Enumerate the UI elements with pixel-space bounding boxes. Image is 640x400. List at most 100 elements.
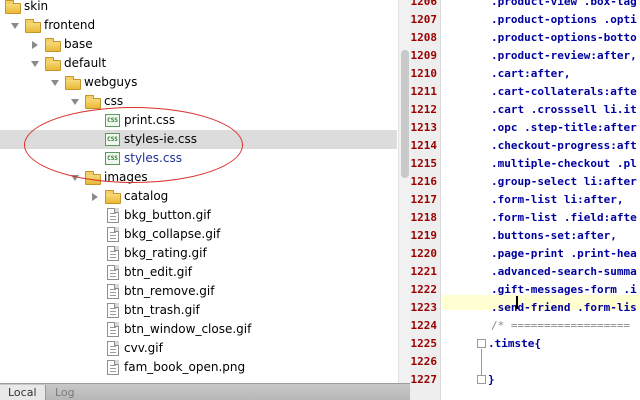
line-number: 1218 xyxy=(410,211,438,224)
tree-file-item[interactable]: btn_window_close.gif xyxy=(0,320,397,339)
fold-gutter xyxy=(442,0,452,400)
folder-icon xyxy=(65,75,81,90)
tree-file-item[interactable]: cvv.gif xyxy=(0,339,397,358)
line-number: 1219 xyxy=(410,229,438,242)
tree-file-item[interactable]: bkg_rating.gif xyxy=(0,244,397,263)
tree-folder-item[interactable]: frontend xyxy=(0,16,397,35)
chevron-down-icon[interactable] xyxy=(9,16,21,35)
line-number: 1212 xyxy=(410,103,438,116)
image-file-icon xyxy=(105,208,121,223)
fold-toggle-icon[interactable] xyxy=(477,339,486,348)
tab-local[interactable]: Local xyxy=(0,385,46,400)
tree-file-item[interactable]: CSS styles.css xyxy=(0,149,397,168)
image-file-icon xyxy=(105,341,121,356)
tree-item-label: bkg_collapse.gif xyxy=(124,227,221,241)
line-number: 1226 xyxy=(410,355,438,368)
line-number: 1208 xyxy=(410,31,438,44)
file-tree-panel: skin frontend base default webguys css CSS prin… xyxy=(0,0,410,383)
code-line[interactable]: .product-view .box-tag xyxy=(491,0,637,9)
code-line[interactable]: .send-friend .form-lis xyxy=(491,300,637,315)
folder-icon xyxy=(85,170,101,185)
code-line[interactable]: .product-options-botto xyxy=(491,30,637,45)
tree-item-label: styles-ie.css xyxy=(124,132,197,146)
code-line[interactable]: } xyxy=(488,372,495,387)
line-number: 1221 xyxy=(410,265,438,278)
code-line[interactable]: .cart-collaterals:afte xyxy=(491,84,637,99)
line-number: 1224 xyxy=(410,319,438,332)
code-line[interactable]: .multiple-checkout .pl xyxy=(491,156,637,171)
code-line[interactable]: .timste{ xyxy=(488,336,541,351)
tree-item-label: print.css xyxy=(124,113,176,127)
chevron-down-icon[interactable] xyxy=(29,54,41,73)
tree-folder-item[interactable]: skin xyxy=(0,0,397,16)
line-number: 1211 xyxy=(410,85,438,98)
tree-scrollbar[interactable] xyxy=(398,0,410,383)
tree-file-item[interactable]: fam_book_open.png xyxy=(0,358,397,377)
folder-icon xyxy=(45,56,61,71)
chevron-down-icon[interactable] xyxy=(49,73,61,92)
tree-folder-item[interactable]: default xyxy=(0,54,397,73)
tree-folder-item[interactable]: base xyxy=(0,35,397,54)
chevron-down-icon[interactable] xyxy=(0,0,1,16)
css-file-icon: CSS xyxy=(105,132,121,147)
bottom-tab-bar: Local Log xyxy=(0,383,410,400)
line-number: 1225 xyxy=(410,337,438,350)
code-line[interactable]: .form-list li:after, xyxy=(491,192,623,207)
code-line[interactable]: .cart .crosssell li.it xyxy=(491,102,637,117)
code-comment[interactable]: /* ================== xyxy=(491,318,630,333)
tree-folder-item[interactable]: webguys xyxy=(0,73,397,92)
image-file-icon xyxy=(105,322,121,337)
tree-file-item[interactable]: CSS styles-ie.css xyxy=(0,130,397,149)
tree-item-label: styles.css xyxy=(124,151,182,165)
chevron-right-icon[interactable] xyxy=(29,35,41,54)
line-number: 1206 xyxy=(410,0,438,8)
line-number: 1220 xyxy=(410,247,438,260)
code-line[interactable]: .product-options .opti xyxy=(491,12,637,27)
code-line[interactable]: .checkout-progress:aft xyxy=(491,138,637,153)
css-file-icon: CSS xyxy=(105,151,121,166)
chevron-down-icon[interactable] xyxy=(69,168,81,187)
code-line[interactable]: .buttons-set:after, xyxy=(491,228,617,243)
code-line[interactable]: .group-select li:after xyxy=(491,174,637,189)
tree-folder-item[interactable]: images xyxy=(0,168,397,187)
tree-item-label: skin xyxy=(24,0,49,13)
tree-file-item[interactable]: bkg_button.gif xyxy=(0,206,397,225)
code-line[interactable]: .product-review:after, xyxy=(491,48,637,63)
line-number: 1227 xyxy=(410,373,438,386)
line-number: 1215 xyxy=(410,157,438,170)
tree-item-label: fam_book_open.png xyxy=(124,360,246,374)
tree-item-label: bkg_button.gif xyxy=(124,208,211,222)
code-line[interactable]: .form-list .field:afte xyxy=(491,210,637,225)
fold-end-icon[interactable] xyxy=(477,375,486,384)
line-number: 1207 xyxy=(410,13,438,26)
tree-item-label: btn_edit.gif xyxy=(124,265,192,279)
tab-log[interactable]: Log xyxy=(47,385,83,400)
tree-item-label: default xyxy=(64,56,107,70)
tree-folder-item[interactable]: catalog xyxy=(0,187,397,206)
code-line[interactable]: .advanced-search-summa xyxy=(491,264,637,279)
chevron-down-icon[interactable] xyxy=(69,92,81,111)
tree-item-label: cvv.gif xyxy=(124,341,163,355)
chevron-right-icon[interactable] xyxy=(89,187,101,206)
image-file-icon xyxy=(105,227,121,242)
code-line[interactable]: .opc .step-title:after xyxy=(491,120,637,135)
folder-icon xyxy=(105,189,121,204)
tree-file-item[interactable]: btn_trash.gif xyxy=(0,301,397,320)
tree-item-label: base xyxy=(64,37,93,51)
tree-file-item[interactable]: bkg_collapse.gif xyxy=(0,225,397,244)
tree-file-item[interactable]: btn_edit.gif xyxy=(0,263,397,282)
code-editor[interactable]: 1206 1207 1208 1209 1210 1211 1212 1213 1214 1215… xyxy=(410,0,640,400)
tree-folder-item[interactable]: css xyxy=(0,92,397,111)
image-file-icon xyxy=(105,265,121,280)
tree-file-item[interactable]: CSS print.css xyxy=(0,111,397,130)
image-file-icon xyxy=(105,360,121,375)
code-line[interactable]: .page-print .print-hea xyxy=(491,246,637,261)
tree-item-label: webguys xyxy=(84,75,138,89)
tree-item-label: bkg_rating.gif xyxy=(124,246,207,260)
tree-file-item[interactable]: btn_remove.gif xyxy=(0,282,397,301)
code-line[interactable]: .gift-messages-form .i xyxy=(491,282,637,297)
line-number-gutter: 1206 1207 1208 1209 1210 1211 1212 1213 1214 1215… xyxy=(410,0,441,400)
folder-icon xyxy=(45,37,61,52)
tree-scrollbar-thumb[interactable] xyxy=(401,50,409,178)
code-line[interactable]: .cart:after, xyxy=(491,66,570,81)
